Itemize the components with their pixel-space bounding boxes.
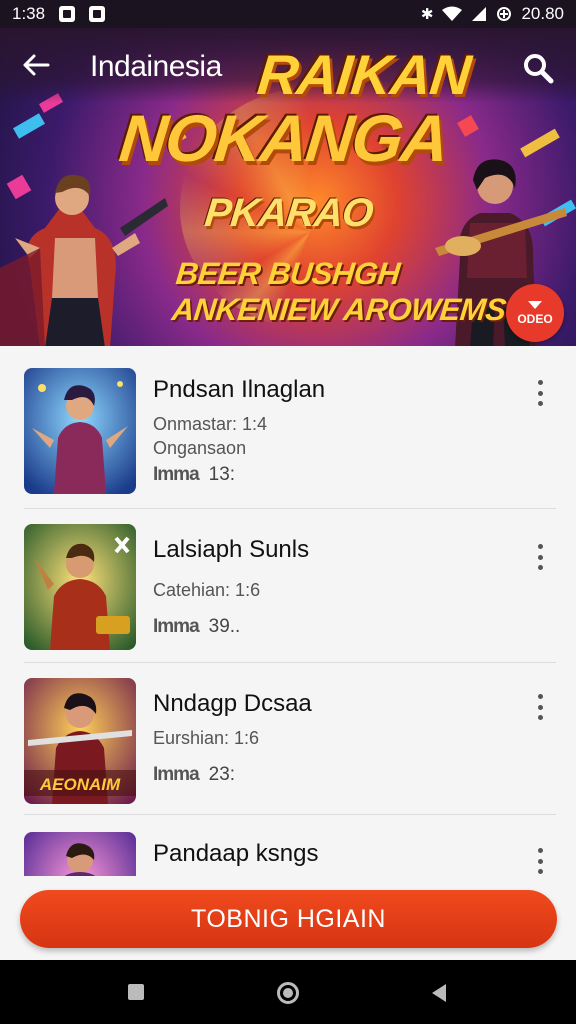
promo-badge-button[interactable]: ODEO (506, 284, 564, 342)
promo-tagline-2: ANKENIEW AROWEMS (170, 292, 508, 327)
page-title: Indainesia (90, 50, 222, 83)
item-stat: Imma 13: (153, 464, 235, 486)
bluetooth-icon: ✱ (420, 5, 434, 23)
promo-headline-2: NOKANGA (116, 101, 451, 175)
arrow-left-icon (23, 54, 50, 76)
promo-banner[interactable]: Indainesia RAIKAN NOKANGA PKARAO BEER BU… (0, 28, 576, 346)
hero-left-illustration (0, 174, 168, 346)
item-meta-secondary: Ongansaon (153, 438, 247, 458)
item-title: Lalsiaph Sunls (153, 536, 310, 563)
home-icon[interactable] (277, 982, 299, 1004)
stat-label: Imma (153, 464, 200, 485)
stat-value: 23: (208, 764, 236, 785)
photo-icon (89, 6, 106, 22)
gallery-icon (59, 6, 76, 22)
divider (24, 662, 556, 663)
promo-headline-1: RAIKAN (254, 43, 474, 106)
game-thumbnail (24, 524, 136, 650)
item-stat: Imma 23: (153, 764, 235, 786)
primary-action-button[interactable]: TOBNIG HGIAIN (20, 890, 557, 948)
stat-label: Imma (153, 616, 200, 637)
more-options-icon[interactable] (528, 376, 552, 410)
more-options-icon[interactable] (528, 844, 552, 876)
status-time: 1:38 (12, 4, 46, 23)
chevron-down-icon (528, 300, 542, 309)
item-title: Pandaap ksngs (153, 840, 319, 867)
game-thumbnail (24, 832, 136, 876)
promo-badge-label: ODEO (517, 311, 553, 326)
list-item[interactable]: Pndsan Ilnaglan Onmastar: 1:4 Ongansaon … (0, 368, 576, 518)
divider (24, 814, 556, 815)
system-nav-bar (0, 960, 576, 1024)
more-options-icon[interactable] (528, 540, 552, 574)
promo-tagline-1: BEER BUSHGH (174, 256, 402, 291)
search-icon (524, 54, 554, 84)
stat-label: Imma (153, 764, 200, 785)
list-item[interactable]: Pandaap ksngs (0, 832, 576, 876)
list-item[interactable]: AEONAIM Nndagp Dcsaa Eurshian: 1:6 Imma … (0, 678, 576, 828)
data-saver-icon (497, 7, 512, 21)
recent-apps-icon[interactable] (128, 984, 144, 1000)
wifi-icon (442, 6, 463, 21)
status-bar: 1:38 ✱ 20.80 (0, 0, 576, 28)
game-list[interactable]: Pndsan Ilnaglan Onmastar: 1:4 Ongansaon … (0, 346, 576, 876)
list-item[interactable]: Lalsiaph Sunls Catehian: 1:6 Imma 39.. (0, 524, 576, 674)
back-triangle-icon[interactable] (432, 984, 446, 1002)
stat-value: 13: (208, 464, 236, 485)
stat-value: 39.. (208, 616, 241, 637)
item-title: Nndagp Dcsaa (153, 690, 312, 717)
game-thumbnail: AEONAIM (24, 678, 136, 804)
item-title: Pndsan Ilnaglan (153, 376, 326, 403)
promo-subheadline: PKARAO (202, 191, 375, 235)
item-meta: Onmastar: 1:4 (153, 414, 268, 434)
divider (24, 508, 556, 509)
thumb-wordmark: AEONAIM (39, 775, 121, 794)
more-options-icon[interactable] (528, 690, 552, 724)
item-meta: Catehian: 1:6 (153, 580, 261, 600)
signal-icon (472, 7, 487, 21)
confetti (13, 113, 45, 139)
back-button[interactable] (18, 50, 54, 80)
battery-level: 20.80 (521, 4, 564, 23)
cta-area: TOBNIG HGIAIN (0, 876, 576, 960)
item-stat: Imma 39.. (153, 616, 240, 638)
game-thumbnail (24, 368, 136, 494)
item-meta: Eurshian: 1:6 (153, 728, 260, 748)
search-button[interactable] (520, 50, 556, 86)
